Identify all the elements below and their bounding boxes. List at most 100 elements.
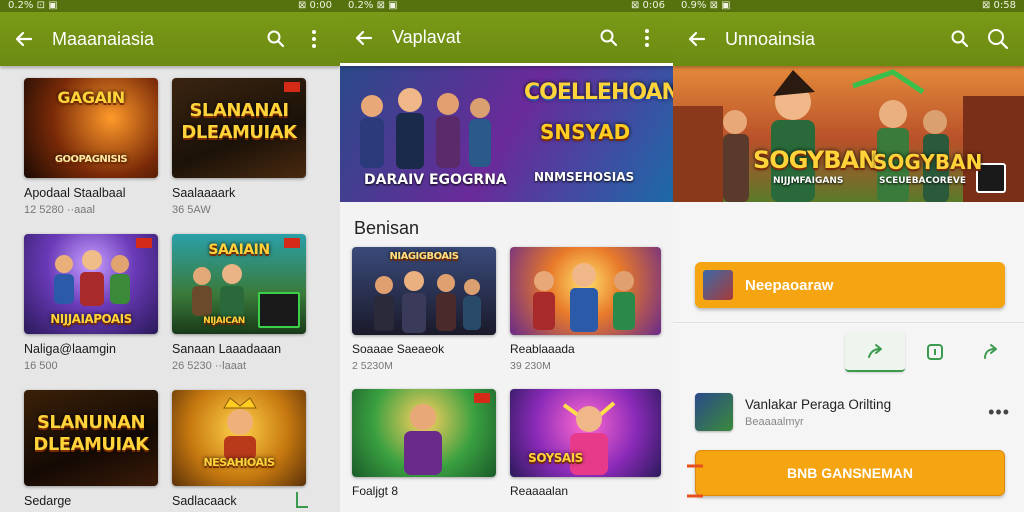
game-card[interactable]: SAAIAIN NIJAICAN Sanaan Laaadaaan 26 523…: [172, 234, 306, 372]
status-badge: [474, 393, 490, 403]
game-thumbnail: SAAIAIN NIJAICAN: [172, 234, 306, 334]
hero-scene-illustration: [673, 69, 1024, 202]
more-horiz-icon[interactable]: •••: [988, 402, 1010, 423]
status-left: 0.2% ⊡ ▣: [8, 0, 58, 11]
bottom-action-button[interactable]: BNB GANSNEMAN: [695, 450, 1005, 496]
game-thumbnail: NIAGIGBOAIS: [352, 247, 496, 335]
hero-right-caption-2: SNSYAD: [540, 120, 631, 144]
card-title: Sanaan Laaadaaan: [172, 342, 282, 356]
heroes-illustration: [192, 264, 244, 318]
list-item-subtitle: Beaaaalmyr: [745, 415, 804, 428]
game-card[interactable]: SOYSAIS Reaaaalan: [510, 389, 661, 498]
card-title: Reaaaalan: [510, 484, 569, 498]
back-arrow-icon[interactable]: [683, 25, 711, 53]
card-subtitle: 2 5230M: [352, 360, 393, 372]
card-title: Reablaaada: [510, 342, 575, 356]
tab-indicator: [398, 63, 620, 66]
search-icon[interactable]: [260, 23, 292, 55]
card-title: Sedarge: [24, 494, 72, 508]
list-item[interactable]: Vanlakar Peraga Orilting Beaaaalmyr •••: [695, 390, 1010, 434]
thumbnail-art-text: GAGAIN: [57, 88, 125, 107]
heroes-illustration: [533, 263, 635, 332]
card-title: Saalaaaark: [172, 186, 236, 200]
list-item-title: Vanlakar Peraga Orilting: [745, 396, 892, 412]
thumbnail-art-subtext: GOOPAGNISIS: [54, 154, 128, 165]
status-left: 0.9% ⊠ ▣: [681, 0, 731, 11]
game-card[interactable]: SLANANAI DLEAMUIAK Saalaaaark 36 5AW: [172, 78, 306, 216]
hero-right-caption: COELLEHOAN: [524, 80, 673, 105]
game-thumbnail: NESAHIOAIS: [172, 390, 306, 486]
card-subtitle: 12 5280 ··aaal: [24, 204, 95, 216]
back-arrow-icon[interactable]: [10, 25, 38, 53]
search-icon[interactable]: [944, 23, 976, 55]
more-vert-icon[interactable]: [631, 22, 663, 54]
heroes-illustration: [54, 250, 130, 306]
screen-1: 0.2% ⊡ ▣ ⊠ 0:00 Maaanaiasia GAGAIN GOOPA…: [0, 0, 340, 512]
badge-icon[interactable]: [915, 332, 955, 372]
hero-banner[interactable]: DARAIV EGOGRNA COELLEHOAN SNSYAD NNMSEHO…: [340, 66, 673, 202]
screen-3: 0.9% ⊠ ▣ ⊠ 0:58 Unnoainsia SOGYBAN NIJJM…: [673, 0, 1024, 512]
hero-left-caption: DARAIV EGOGRNA: [364, 172, 507, 188]
game-card[interactable]: Foaljgt 8: [352, 389, 496, 498]
status-bar: 0.9% ⊠ ▣ ⊠ 0:58: [673, 0, 1024, 12]
thumbnail-art-subtext: NIJAICAN: [203, 316, 245, 326]
game-thumbnail: SOYSAIS: [510, 389, 661, 477]
heroes-illustration: [374, 271, 481, 333]
section-title: Benisan: [354, 218, 420, 238]
hero-right-caption-3: NNMSEHOSIAS: [534, 170, 635, 184]
app-bar: Maaanaiasia: [0, 12, 340, 66]
card-title: Naliga@laamgin: [24, 342, 116, 356]
heroes-illustration: [360, 88, 491, 169]
card-title: Apodaal Staalbaal: [24, 186, 126, 200]
back-arrow-icon[interactable]: [350, 24, 378, 52]
game-thumbnail: SLANUNAN DLEAMUIAK: [24, 390, 158, 486]
game-card[interactable]: NIJJAIAPOAIS Naliga@laamgin 16 500: [24, 234, 158, 372]
game-card[interactable]: NIAGIGBOAIS Soaaae Saeaeok 2 5230M: [352, 247, 496, 372]
card-title: Soaaae Saeaeok: [352, 342, 445, 356]
share-icon[interactable]: [845, 332, 905, 372]
game-card[interactable]: GAGAIN GOOPAGNISIS Apodaal Staalbaal 12 …: [24, 78, 158, 216]
action-icon-row: [673, 332, 1024, 372]
game-card[interactable]: SLANUNAN DLEAMUIAK Sedarge: [24, 390, 158, 508]
game-thumbnail: [510, 247, 661, 335]
arrow-decoration-icon: [687, 464, 703, 498]
status-right: ⊠ 0:00: [297, 0, 332, 11]
hero-banner[interactable]: SOGYBAN NIJJMFAIGANS SOGYBAN SCEUEBACORE…: [673, 66, 1024, 202]
hero-caption-sub: NIJJMFAIGANS: [773, 176, 844, 186]
thumbnail-art-text: NIJJAIAPOAIS: [50, 312, 132, 326]
search-icon[interactable]: [593, 22, 625, 54]
hero-caption-2-sub: SCEUEBACOREVE: [879, 176, 966, 186]
app-bar: Vaplavat: [340, 12, 673, 66]
list-item-text: Vanlakar Peraga Orilting Beaaaalmyr: [745, 397, 891, 428]
card-subtitle: 36 5AW: [172, 204, 211, 216]
game-thumbnail: [352, 389, 496, 477]
divider: [673, 322, 1024, 323]
search-icon[interactable]: [982, 23, 1014, 55]
status-badge: [284, 82, 300, 92]
game-card[interactable]: NESAHIOAIS Sadlacaack: [172, 390, 306, 508]
status-bar: 0.2% ⊡ ▣ ⊠ 0:00: [0, 0, 340, 12]
hero-caption-2: SOGYBAN: [873, 150, 983, 174]
card-title: Foaljgt 8: [352, 484, 399, 498]
hero-illustration: [404, 404, 442, 475]
game-thumbnail: SLANANAI DLEAMUIAK: [172, 78, 306, 178]
game-thumbnail: NIJJAIAPOAIS: [24, 234, 158, 334]
reply-icon[interactable]: [971, 332, 1011, 372]
primary-action-button[interactable]: Neepaoaraw: [695, 262, 1005, 308]
bottom-action-label: BNB GANSNEMAN: [787, 465, 913, 481]
thumbnail-art-text: SLANANAI DLEAMUIAK: [181, 100, 297, 143]
app-bar-title: Maaanaiasia: [52, 28, 155, 49]
hero-caption: SOGYBAN: [753, 146, 878, 174]
card-subtitle: 26 5230 ··laaat: [172, 360, 246, 372]
more-vert-icon[interactable]: [298, 23, 330, 55]
app-bar-title: Unnoainsia: [725, 28, 816, 49]
game-card[interactable]: Reablaaada 39 230M: [510, 247, 661, 372]
thumbnail-art-text: NESAHIOAIS: [203, 456, 275, 469]
screens: 0.2% ⊡ ▣ ⊠ 0:00 Maaanaiasia GAGAIN GOOPA…: [0, 0, 1024, 512]
card-subtitle: 39 230M: [510, 360, 551, 372]
thumbnail-art-text: NIAGIGBOAIS: [389, 251, 459, 262]
status-left: 0.2% ⊠ ▣: [348, 0, 398, 11]
app-bar: Unnoainsia: [673, 12, 1024, 66]
thumbnail-art-text: SAAIAIN: [208, 242, 270, 258]
card-subtitle: 16 500: [24, 360, 58, 372]
